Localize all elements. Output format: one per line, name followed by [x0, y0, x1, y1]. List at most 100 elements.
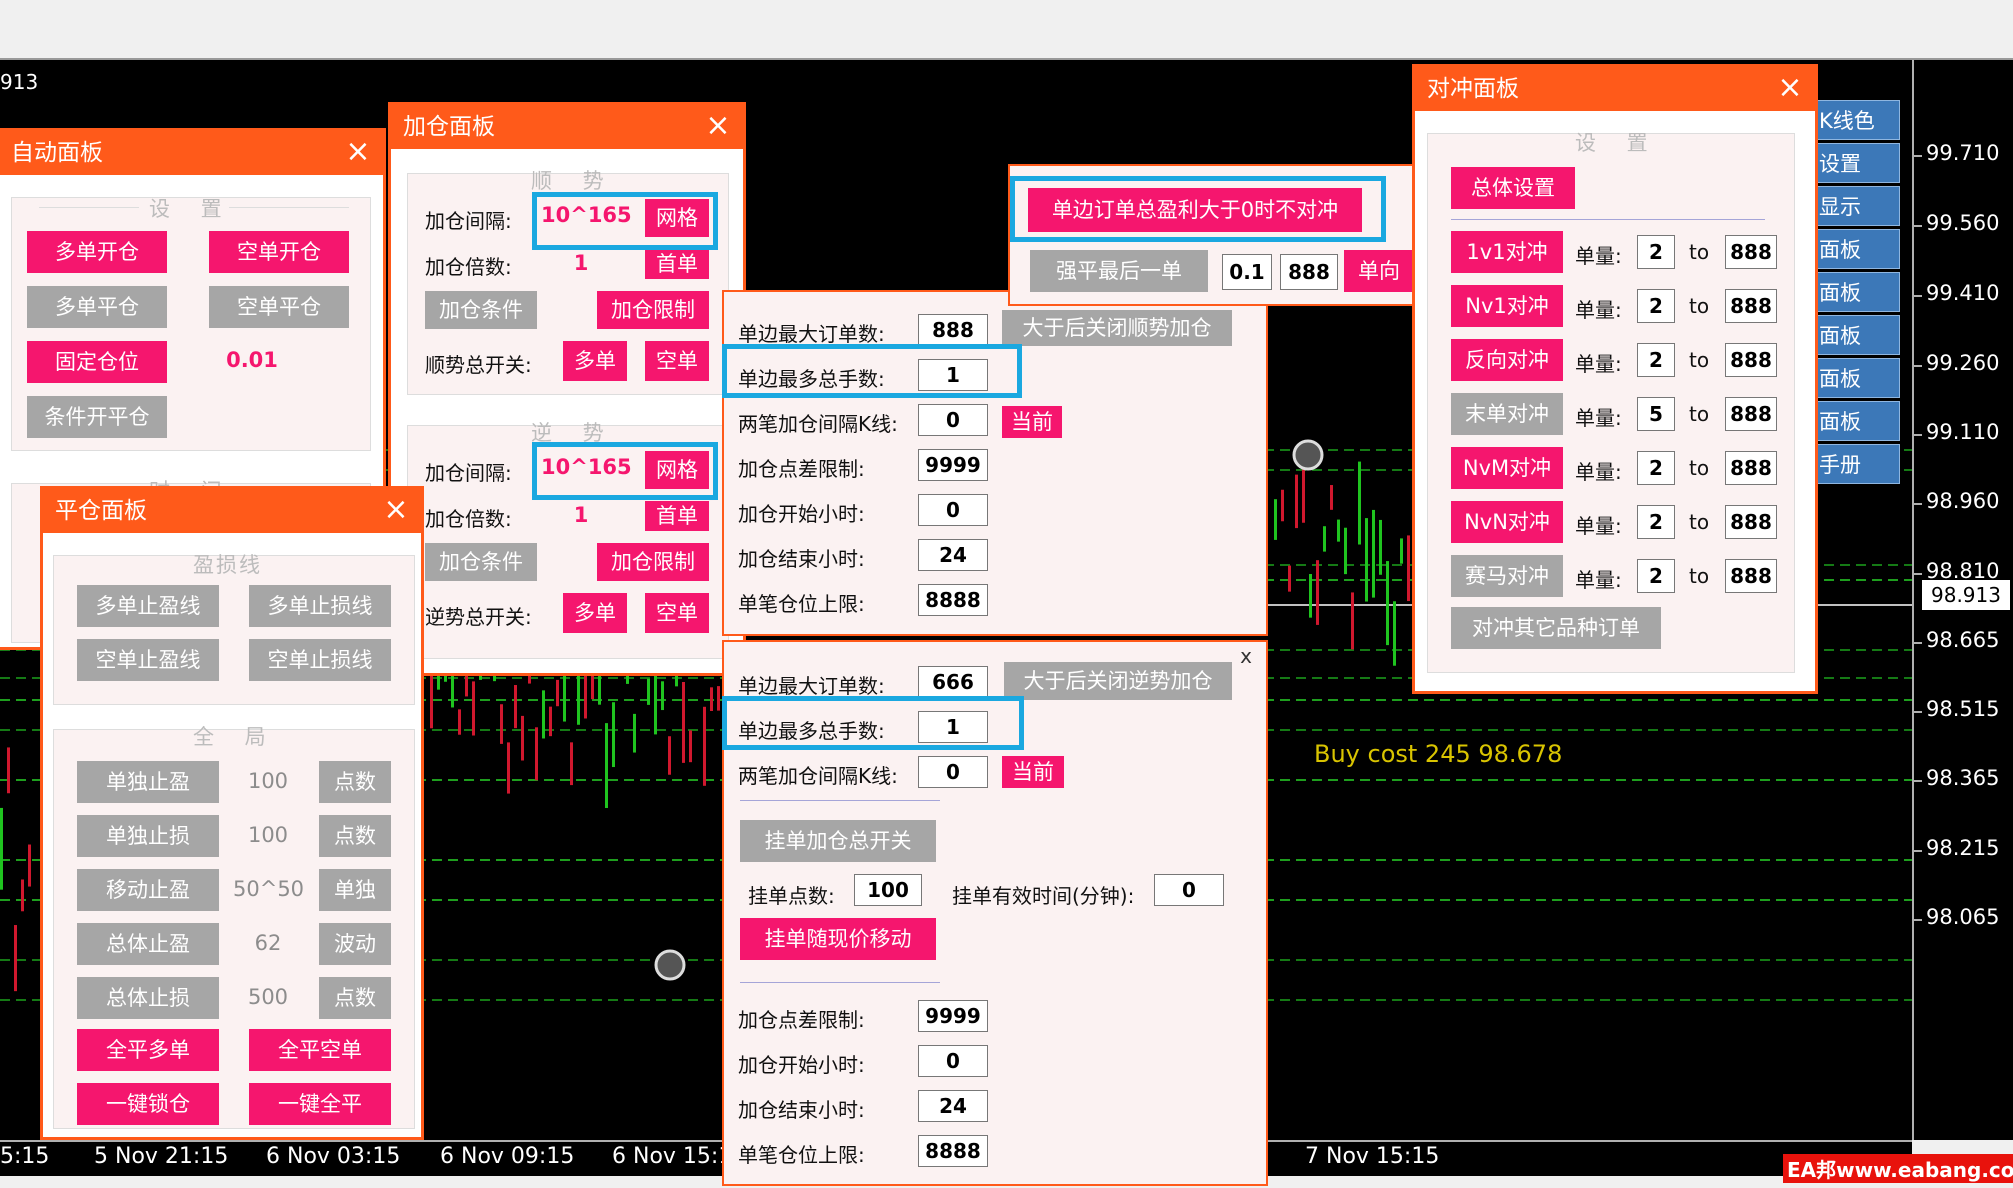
close-icon[interactable]: × — [1773, 67, 1807, 111]
buy-sl-line-button[interactable]: 多单止损线 — [249, 585, 391, 627]
trend-condition-button[interactable]: 加仓条件 — [425, 291, 537, 329]
right-tab[interactable]: 显示 — [1816, 186, 1900, 226]
open-sell-button[interactable]: 空单开仓 — [209, 231, 349, 273]
right-tab[interactable]: 手册 — [1816, 444, 1900, 484]
counter-condition-button[interactable]: 加仓条件 — [425, 543, 537, 581]
trend-current-button[interactable]: 当前 — [1002, 406, 1062, 438]
close-sell-button[interactable]: 空单平仓 — [209, 286, 349, 328]
counter-close-after-button[interactable]: 大于后关闭逆势加仓 — [1004, 662, 1232, 700]
trend-limit-button[interactable]: 加仓限制 — [597, 291, 709, 329]
close-row-label-button[interactable]: 总体止盈 — [77, 923, 219, 965]
close-all-button[interactable]: 一键全平 — [249, 1083, 391, 1125]
close-icon[interactable]: × — [701, 105, 735, 149]
close-row-unit-button[interactable]: 单独 — [319, 869, 391, 911]
hedge-val1-input[interactable]: 0.1 — [1222, 254, 1272, 290]
trend-first-order-button[interactable]: 首单 — [645, 249, 709, 279]
close-row-label-button[interactable]: 移动止盈 — [77, 869, 219, 911]
overall-settings-button[interactable]: 总体设置 — [1451, 167, 1575, 209]
pending-valid-input[interactable]: 0 — [1154, 874, 1224, 906]
right-tab[interactable]: K线色 — [1816, 100, 1900, 140]
pending-follow-price-button[interactable]: 挂单随现价移动 — [740, 918, 936, 960]
hedge-max-input[interactable]: 888 — [1725, 559, 1777, 593]
limit-row-input[interactable]: 24 — [918, 1090, 988, 1122]
limit-row-input[interactable]: 9999 — [918, 449, 988, 481]
limit-row-input[interactable]: 24 — [918, 539, 988, 571]
close-row-label-button[interactable]: 总体止损 — [77, 977, 219, 1019]
close-buy-button[interactable]: 多单平仓 — [27, 286, 167, 328]
trend-buy-button[interactable]: 多单 — [563, 341, 627, 381]
lock-position-button[interactable]: 一键锁仓 — [77, 1083, 219, 1125]
right-tab[interactable]: 面板 — [1816, 358, 1900, 398]
pending-switch-button[interactable]: 挂单加仓总开关 — [740, 820, 936, 862]
right-tab[interactable]: 面板 — [1816, 401, 1900, 441]
counter-limit-button[interactable]: 加仓限制 — [597, 543, 709, 581]
limit-row-input[interactable]: 666 — [918, 666, 988, 698]
hedge-max-input[interactable]: 888 — [1725, 235, 1777, 269]
close-row-unit-button[interactable]: 点数 — [319, 815, 391, 857]
limit-row-input[interactable]: 0 — [918, 494, 988, 526]
sell-sl-line-button[interactable]: 空单止损线 — [249, 639, 391, 681]
open-buy-button[interactable]: 多单开仓 — [27, 231, 167, 273]
hedge-qty-input[interactable]: 2 — [1637, 289, 1675, 323]
close-row-unit-button[interactable]: 波动 — [319, 923, 391, 965]
right-tab[interactable]: 面板 — [1816, 229, 1900, 269]
right-tab[interactable]: 面板 — [1816, 315, 1900, 355]
close-icon[interactable]: × — [379, 489, 413, 533]
counter-sell-button[interactable]: 空单 — [645, 593, 709, 633]
sell-tp-line-button[interactable]: 空单止盈线 — [77, 639, 219, 681]
candle — [21, 879, 24, 912]
limit-row-input[interactable]: 8888 — [918, 584, 988, 616]
hedge-qty-input[interactable]: 2 — [1637, 343, 1675, 377]
buy-tp-line-button[interactable]: 多单止盈线 — [77, 585, 219, 627]
close-all-sell-button[interactable]: 全平空单 — [249, 1029, 391, 1071]
close-row-label-button[interactable]: 单独止盈 — [77, 761, 219, 803]
one-direction-button[interactable]: 单向 — [1344, 250, 1414, 292]
close-icon[interactable]: × — [341, 131, 375, 175]
price-axis: 99.710 99.560 99.410 99.260 99.110 98.960 98.8… — [1912, 60, 2013, 1140]
close-row-unit-button[interactable]: 点数 — [319, 977, 391, 1019]
fixed-lot-button[interactable]: 固定仓位 — [27, 341, 167, 383]
hedge-val2-input[interactable]: 888 — [1280, 254, 1338, 290]
candle — [1316, 560, 1319, 625]
limit-row-input[interactable]: 888 — [918, 314, 988, 346]
limit-row-input[interactable]: 0 — [918, 404, 988, 436]
hedge-max-input[interactable]: 888 — [1725, 343, 1777, 377]
hedge-max-input[interactable]: 888 — [1725, 397, 1777, 431]
hedge-qty-input[interactable]: 2 — [1637, 451, 1675, 485]
close-row-label-button[interactable]: 单独止损 — [77, 815, 219, 857]
trend-close-after-button[interactable]: 大于后关闭顺势加仓 — [1002, 310, 1232, 346]
close-icon[interactable]: x — [1234, 644, 1258, 668]
right-tab[interactable]: 面板 — [1816, 272, 1900, 312]
counter-current-button[interactable]: 当前 — [1002, 756, 1064, 788]
limit-row-input[interactable]: 0 — [918, 1045, 988, 1077]
pending-points-input[interactable]: 100 — [854, 874, 922, 906]
force-close-last-button[interactable]: 强平最后一单 — [1030, 250, 1208, 292]
conditional-open-close-button[interactable]: 条件开平仓 — [27, 396, 167, 438]
right-tab[interactable]: 设置 — [1816, 143, 1900, 183]
hedge-mode-button[interactable]: 反向对冲 — [1451, 339, 1563, 381]
hedge-mode-button[interactable]: Nv1对冲 — [1451, 285, 1563, 327]
hedge-mode-button[interactable]: 末单对冲 — [1451, 393, 1563, 435]
hedge-qty-input[interactable]: 2 — [1637, 235, 1675, 269]
close-all-buy-button[interactable]: 全平多单 — [77, 1029, 219, 1071]
counter-first-order-button[interactable]: 首单 — [645, 501, 709, 531]
hedge-max-input[interactable]: 888 — [1725, 505, 1777, 539]
hedge-mode-button[interactable]: NvN对冲 — [1451, 501, 1563, 543]
hedge-mode-button[interactable]: NvM对冲 — [1451, 447, 1563, 489]
trend-multiplier-value: 1 — [573, 251, 589, 275]
hedge-mode-button[interactable]: 1v1对冲 — [1451, 231, 1563, 273]
hedge-qty-input[interactable]: 5 — [1637, 397, 1675, 431]
limit-row-input[interactable]: 8888 — [918, 1135, 988, 1167]
hedge-max-input[interactable]: 888 — [1725, 451, 1777, 485]
limit-row-input[interactable]: 0 — [918, 756, 988, 788]
hedge-qty-input[interactable]: 2 — [1637, 505, 1675, 539]
hedge-mode-button[interactable]: 赛马对冲 — [1451, 555, 1563, 597]
trend-sell-button[interactable]: 空单 — [645, 341, 709, 381]
hedge-other-symbols-button[interactable]: 对冲其它品种订单 — [1451, 607, 1661, 649]
hedge-qty-input[interactable]: 2 — [1637, 559, 1675, 593]
hedge-max-input[interactable]: 888 — [1725, 289, 1777, 323]
time-axis-label: 5:15 — [0, 1144, 50, 1169]
counter-buy-button[interactable]: 多单 — [563, 593, 627, 633]
close-row-unit-button[interactable]: 点数 — [319, 761, 391, 803]
limit-row-input[interactable]: 9999 — [918, 1000, 988, 1032]
